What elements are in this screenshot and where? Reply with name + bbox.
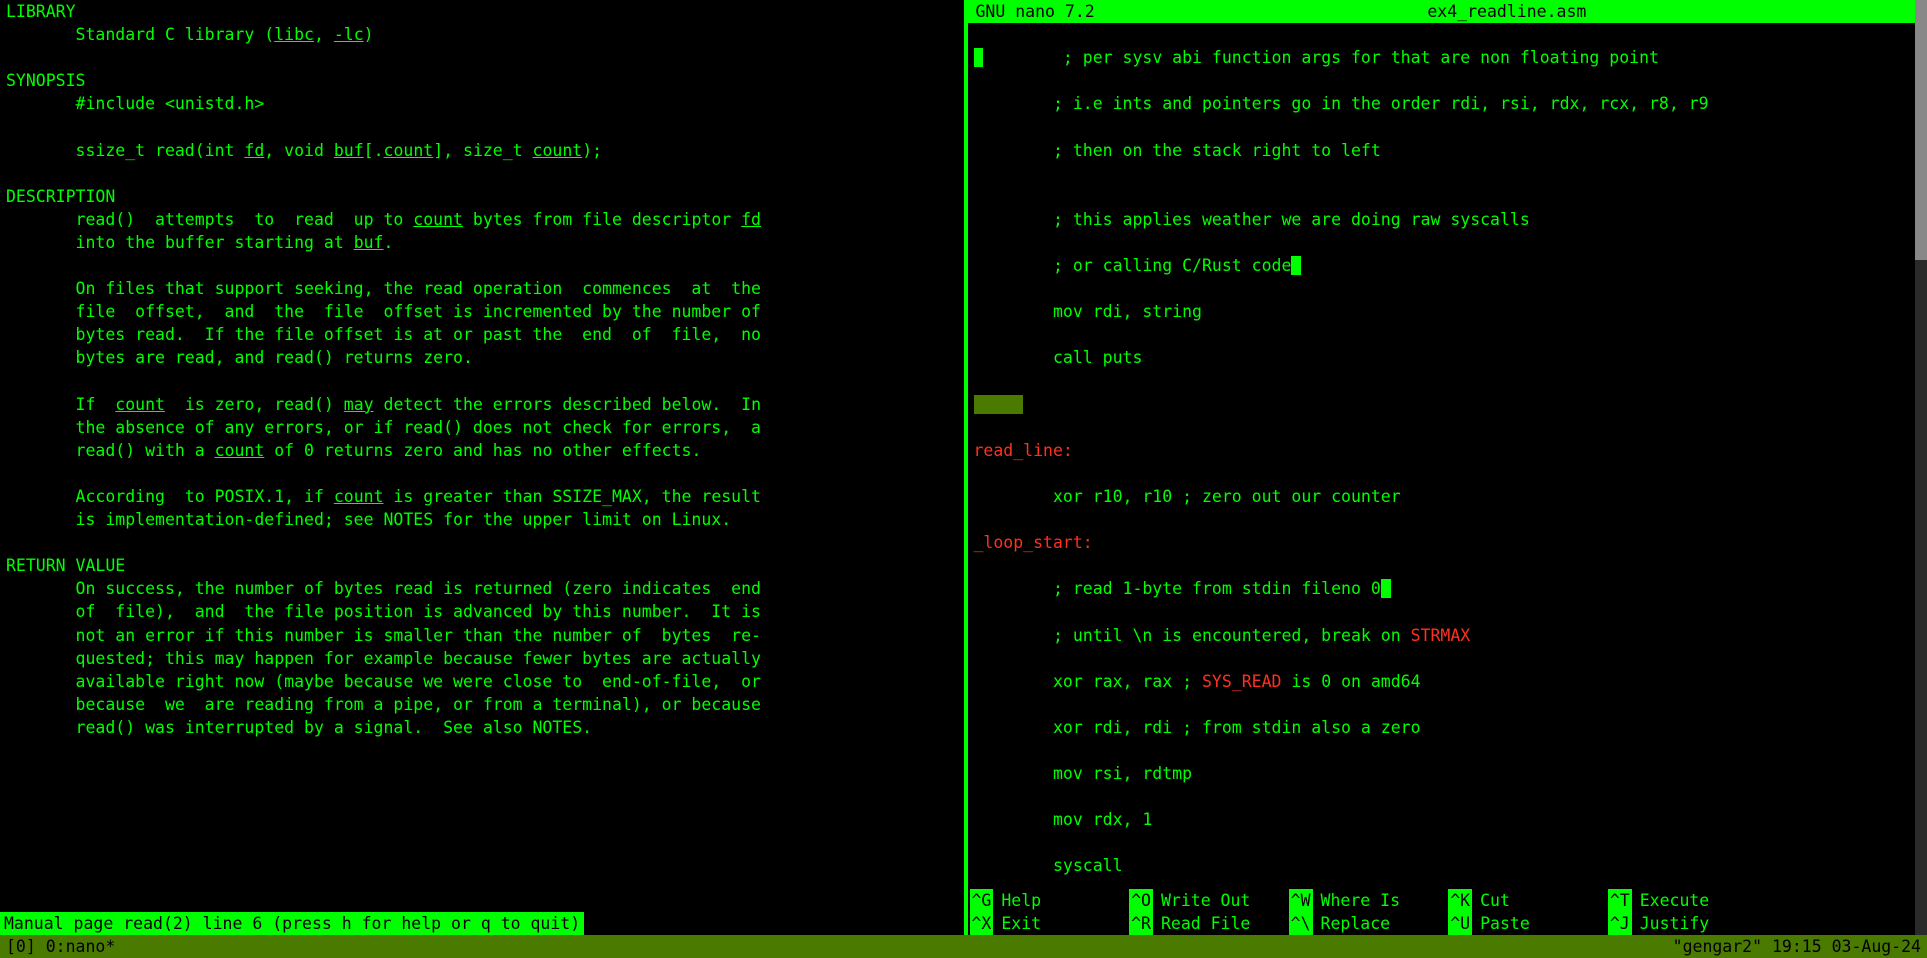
section-return-value: RETURN VALUE xyxy=(6,556,125,575)
cursor-indicator xyxy=(974,48,984,67)
shortcut-where-is[interactable]: ^WWhere Is xyxy=(1289,889,1449,912)
tmux-host-time: "gengar2" 19:15 03-Aug-24 xyxy=(1673,935,1921,958)
shortcut-write-out[interactable]: ^OWrite Out xyxy=(1129,889,1289,912)
nano-version: GNU nano 7.2 xyxy=(976,0,1095,23)
scrollbar[interactable] xyxy=(1915,0,1927,935)
shortcut-replace[interactable]: ^\Replace xyxy=(1289,912,1449,935)
shortcut-execute[interactable]: ^TExecute xyxy=(1608,889,1768,912)
selection-block xyxy=(974,395,1024,414)
nano-editor-pane[interactable]: GNU nano 7.2 ex4_readline.asm ; per sysv… xyxy=(964,0,1927,935)
shortcut-exit[interactable]: ^XExit xyxy=(970,912,1130,935)
shortcut-justify[interactable]: ^JJustify xyxy=(1608,912,1768,935)
nano-shortcut-bar: ^GHelp ^OWrite Out ^WWhere Is ^KCut ^TEx… xyxy=(968,889,1927,935)
nano-text-area[interactable]: ; per sysv abi function args for that ar… xyxy=(968,23,1927,889)
man-content: LIBRARY Standard C library (libc, -lc) S… xyxy=(6,0,958,739)
cursor xyxy=(1291,256,1301,275)
section-description: DESCRIPTION xyxy=(6,187,115,206)
nano-filename: ex4_readline.asm xyxy=(1095,0,1919,23)
nano-title-bar: GNU nano 7.2 ex4_readline.asm xyxy=(968,0,1927,23)
label-loop-start: _loop_start: xyxy=(974,531,1927,554)
scrollbar-thumb[interactable] xyxy=(1915,0,1927,260)
man-page-pane[interactable]: LIBRARY Standard C library (libc, -lc) S… xyxy=(0,0,964,935)
label-read-line: read_line: xyxy=(974,439,1927,462)
section-library: LIBRARY xyxy=(6,2,76,21)
tmux-status-bar: [0] 0:nano* "gengar2" 19:15 03-Aug-24 xyxy=(0,935,1927,958)
shortcut-read-file[interactable]: ^RRead File xyxy=(1129,912,1289,935)
tmux-session-info: [0] 0:nano* xyxy=(6,935,115,958)
man-status-line: Manual page read(2) line 6 (press h for … xyxy=(0,912,584,935)
section-synopsis: SYNOPSIS xyxy=(6,71,85,90)
shortcut-paste[interactable]: ^UPaste xyxy=(1448,912,1608,935)
shortcut-cut[interactable]: ^KCut xyxy=(1448,889,1608,912)
shortcut-help[interactable]: ^GHelp xyxy=(970,889,1130,912)
